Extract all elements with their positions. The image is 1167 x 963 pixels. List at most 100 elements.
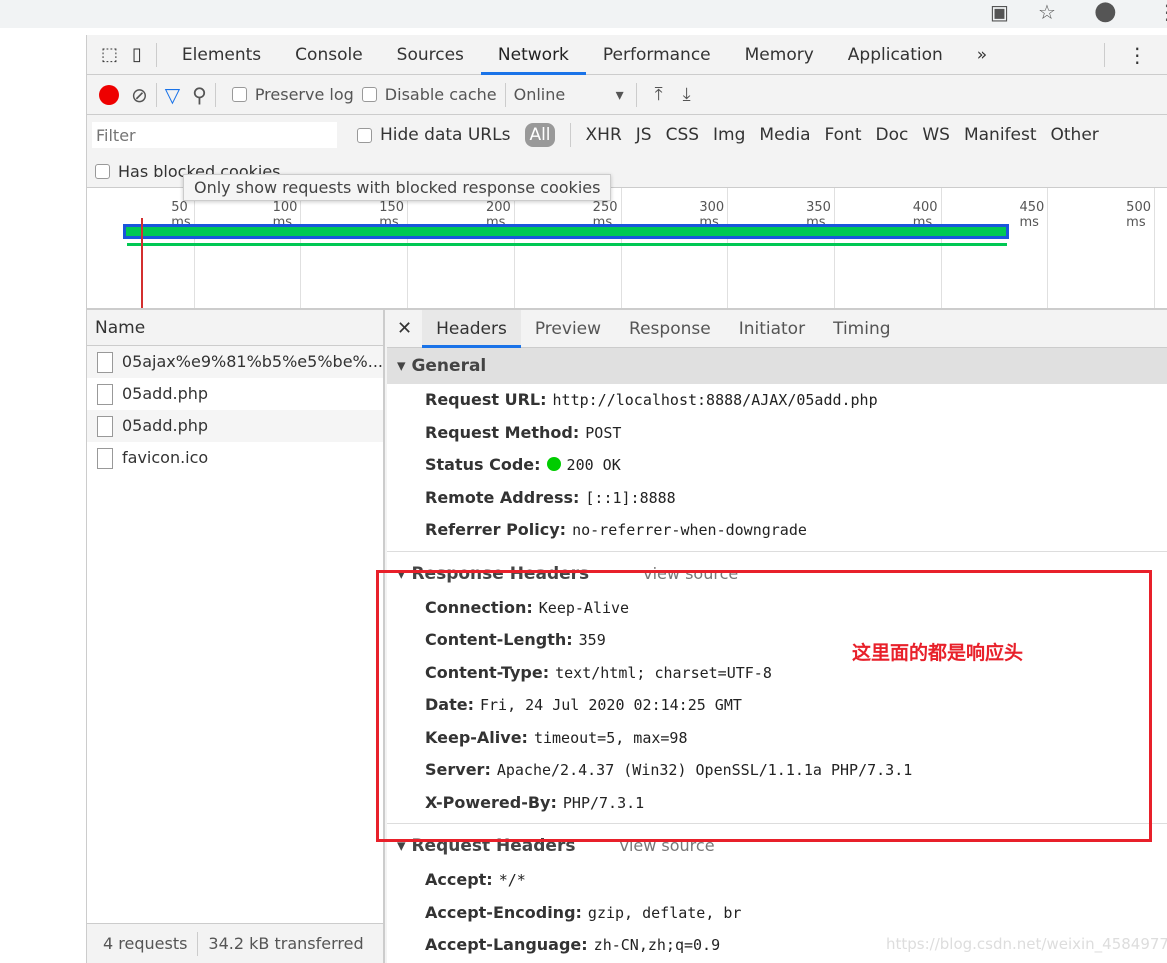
filter-type-img[interactable]: Img <box>713 125 745 145</box>
filter-icon[interactable]: ▽ <box>165 83 180 107</box>
tab-memory[interactable]: Memory <box>728 35 831 75</box>
header-name: Request URL: <box>425 390 547 409</box>
search-icon[interactable]: ⚲ <box>192 83 207 107</box>
throttle-select[interactable]: Online ▾ <box>514 85 624 104</box>
header-row: Accept-Encoding: gzip, deflate, br <box>387 897 1167 930</box>
header-value: 200 OK <box>566 456 621 474</box>
request-name: 05add.php <box>122 416 209 435</box>
timeline-tick: 350 ms <box>806 188 835 308</box>
header-value: POST <box>585 423 622 442</box>
tooltip: Only show requests with blocked response… <box>183 174 612 201</box>
request-row[interactable]: favicon.ico <box>87 442 383 474</box>
preserve-log-checkbox[interactable] <box>231 87 247 102</box>
clear-icon[interactable]: ⊘ <box>131 83 148 107</box>
timeline-tick: 450 ms <box>1019 188 1049 308</box>
translate-icon[interactable]: ▣ <box>990 0 1009 24</box>
filter-type-xhr[interactable]: XHR <box>586 125 622 145</box>
tab-headers[interactable]: Headers <box>422 310 521 348</box>
timeline-tick: 500 ms <box>1126 188 1155 308</box>
filter-type-font[interactable]: Font <box>824 125 861 145</box>
network-overview-timeline[interactable]: 50 ms 100 ms 150 ms 200 ms 250 ms 300 ms 350 m… <box>87 188 1167 310</box>
name-column-header[interactable]: Name <box>87 310 383 346</box>
status-bar: 4 requests 34.2 kB transferred <box>87 923 383 963</box>
settings-menu-icon[interactable]: ⋮ <box>1127 43 1147 67</box>
more-icon[interactable]: ⋮ <box>1157 0 1167 24</box>
annotation-box <box>376 570 1152 842</box>
export-har-icon[interactable]: ⤓ <box>683 84 691 105</box>
watermark: https://blog.csdn.net/weixin_45849779 <box>886 935 1167 953</box>
tab-initiator[interactable]: Initiator <box>725 310 819 348</box>
file-icon <box>97 351 113 373</box>
filter-type-manifest[interactable]: Manifest <box>964 125 1037 145</box>
timeline-tick: 250 ms <box>593 188 622 308</box>
timeline-tick: 300 ms <box>699 188 729 308</box>
header-value: gzip, deflate, br <box>587 903 742 922</box>
header-name: Accept: <box>425 870 493 889</box>
network-toolbar: ⊘ ▽ ⚲ Preserve log Disable cache Online ▾… <box>87 75 1167 115</box>
header-row: Request Method: POST <box>387 417 1167 450</box>
header-name: Accept-Encoding: <box>425 902 582 922</box>
tab-application[interactable]: Application <box>831 35 960 75</box>
close-icon[interactable]: ✕ <box>387 318 422 339</box>
tab-timing[interactable]: Timing <box>819 310 904 348</box>
annotation-text: 这里面的都是响应头 <box>852 642 1024 664</box>
section-title: General <box>411 356 487 376</box>
tick-label: 450 ms <box>1019 200 1045 230</box>
tab-performance[interactable]: Performance <box>586 35 728 75</box>
filter-bar: Hide data URLs All XHR JS CSS Img Media Font Do… <box>87 115 1167 155</box>
filter-type-other[interactable]: Other <box>1051 125 1099 145</box>
filter-type-doc[interactable]: Doc <box>876 125 909 145</box>
more-tabs-button[interactable]: » <box>960 35 1004 75</box>
request-bar <box>123 224 1009 239</box>
header-name: Referrer Policy: <box>425 520 567 539</box>
browser-toolbar: ▣ ☆ ● ⋮ <box>0 0 1167 28</box>
request-name: 05add.php <box>122 384 209 403</box>
filter-type-css[interactable]: CSS <box>666 125 699 145</box>
tab-response[interactable]: Response <box>615 310 725 348</box>
header-value: [::1]:8888 <box>585 488 676 507</box>
request-row[interactable]: 05add.php <box>87 410 383 442</box>
filter-type-all[interactable]: All <box>525 123 555 147</box>
filter-type-media[interactable]: Media <box>759 125 810 145</box>
device-toolbar-icon[interactable]: ▯ <box>132 44 142 65</box>
chevron-down-icon: ▾ <box>615 85 624 104</box>
inspect-element-icon[interactable]: ⬚ <box>101 44 118 65</box>
tab-console[interactable]: Console <box>278 35 380 75</box>
request-row[interactable]: 05ajax%e9%81%b5%e5%be%... <box>87 346 383 378</box>
filter-type-js[interactable]: JS <box>636 125 652 145</box>
header-row: Request URL: http://localhost:8888/AJAX/0… <box>387 384 1167 417</box>
disable-cache-checkbox[interactable] <box>361 87 377 102</box>
has-blocked-cookies-checkbox[interactable] <box>95 163 110 179</box>
file-icon <box>97 415 113 437</box>
timeline-tick: 150 ms <box>379 188 409 308</box>
request-count: 4 requests <box>103 934 188 953</box>
preserve-log-label: Preserve log <box>254 85 354 104</box>
request-list: Name 05ajax%e9%81%b5%e5%be%... 05add.php 0… <box>87 310 385 963</box>
tab-preview[interactable]: Preview <box>521 310 615 348</box>
header-name: Remote Address: <box>425 487 580 507</box>
request-name: favicon.ico <box>122 448 209 467</box>
request-row[interactable]: 05add.php <box>87 378 383 410</box>
timeline-tick: 100 ms <box>273 188 302 308</box>
throttle-value: Online <box>513 85 566 104</box>
devtools-tab-bar: ⬚ ▯ Elements Console Sources Network Perform… <box>87 35 1167 75</box>
profile-icon[interactable]: ● <box>1094 0 1117 26</box>
filter-input[interactable] <box>92 122 337 148</box>
file-icon <box>97 383 113 405</box>
tab-elements[interactable]: Elements <box>165 35 278 75</box>
tick-label: 500 ms <box>1126 200 1151 230</box>
general-section-header[interactable]: ▾ General <box>387 348 1167 384</box>
header-value: */* <box>498 871 526 889</box>
header-name: Request Method: <box>425 422 580 442</box>
header-row: Remote Address: [::1]:8888 <box>387 482 1167 515</box>
request-name: 05ajax%e9%81%b5%e5%be%... <box>121 352 383 371</box>
hide-data-urls-checkbox[interactable] <box>357 127 372 143</box>
header-name: Status Code: <box>425 455 541 474</box>
import-har-icon[interactable]: ⤒ <box>655 84 663 105</box>
tab-network[interactable]: Network <box>480 35 586 75</box>
record-icon[interactable] <box>99 84 119 105</box>
tab-sources[interactable]: Sources <box>380 35 481 75</box>
star-icon[interactable]: ☆ <box>1038 0 1056 24</box>
dom-content-loaded-marker <box>141 218 143 308</box>
filter-type-ws[interactable]: WS <box>922 125 950 145</box>
